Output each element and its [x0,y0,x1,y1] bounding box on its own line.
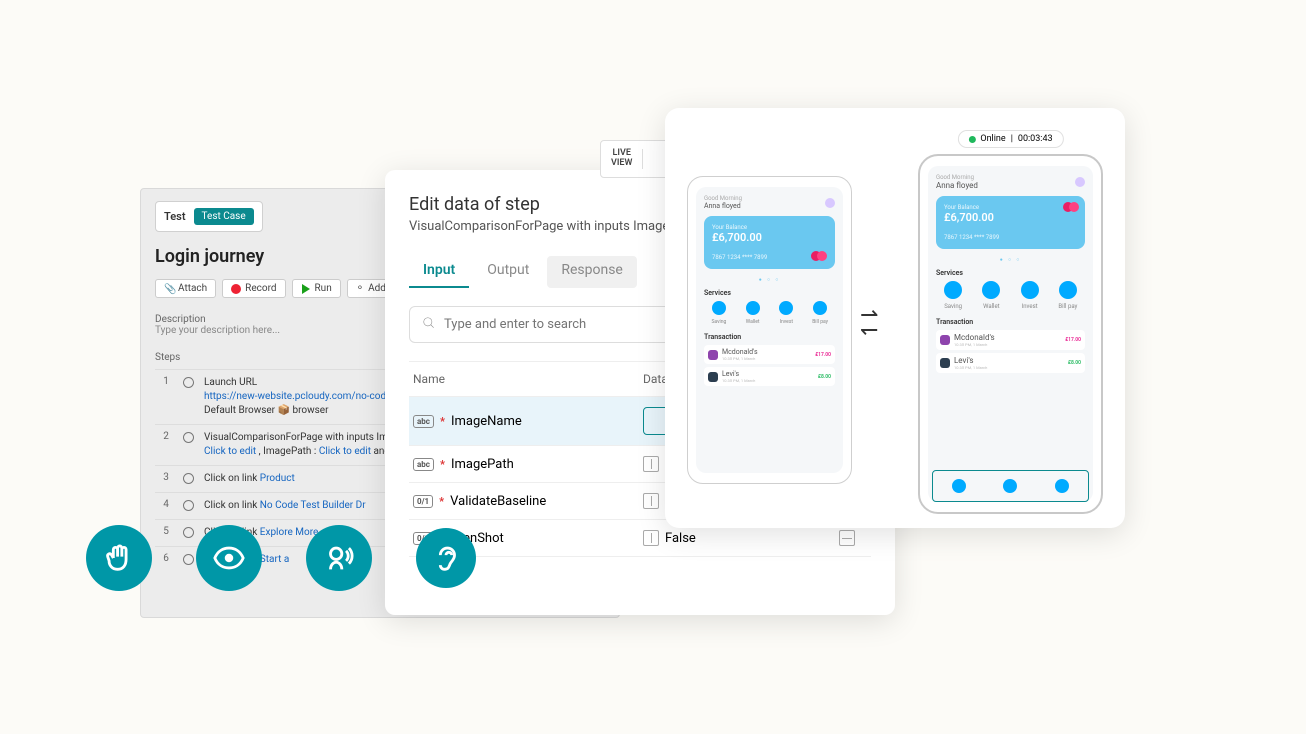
service-item[interactable]: Invest [1013,281,1047,310]
tab-output[interactable]: Output [473,256,543,288]
live-view-label: LIVE VIEW [601,149,643,169]
balance-amount: £6,700.00 [944,211,1077,224]
service-item[interactable]: Invest [772,301,802,325]
tx-amount: £17.00 [815,352,831,358]
services-label: Services [704,289,835,297]
transaction-label: Transaction [704,333,835,341]
speak-icon[interactable] [306,525,372,591]
service-item[interactable]: Bill pay [805,301,835,325]
avatar[interactable] [825,198,835,208]
type-tag: abc [413,415,434,428]
param-name: ImageName [451,414,522,429]
attach-button[interactable]: 📎Attach [155,279,216,298]
visual-comparison-panel: ⇀ ↽ Good MorningAnna floyed Your Balance… [665,108,1125,528]
pager-dots: ● ○ ○ [936,257,1085,263]
phone-screen: Good MorningAnna floyed Your Balance £6,… [696,187,843,473]
hand-icon[interactable] [86,525,152,591]
run-button[interactable]: Run [292,279,341,298]
ear-icon[interactable] [416,528,476,588]
mastercard-icon [1063,202,1079,212]
bottom-nav-highlight [932,470,1089,502]
transaction-label: Transaction [936,318,1085,326]
merchant-icon [708,372,718,382]
eye-icon[interactable] [196,525,262,591]
service-icon [813,301,827,315]
status-dot-icon [968,136,975,143]
baseline-phone: Good MorningAnna floyed Your Balance £6,… [687,176,852,484]
required-mark: * [439,495,444,508]
column-icon [643,456,659,472]
avatar[interactable] [1075,177,1085,187]
tab-input[interactable]: Input [409,256,469,288]
service-icon [746,301,760,315]
required-mark: * [440,415,445,428]
service-item[interactable]: Bill pay [1051,281,1085,310]
service-item[interactable]: Saving [936,281,970,310]
service-icon [779,301,793,315]
balance-card[interactable]: Your Balance £6,700.00 7867 1234 **** 78… [936,196,1085,249]
service-icon [1059,281,1077,299]
col-name: Name [413,372,643,386]
required-mark: * [440,458,445,471]
transaction-row[interactable]: Levi's10.35 PM, 1 March£8.00 [704,367,835,386]
record-icon [231,284,241,294]
play-icon [301,284,311,294]
user-row: Good MorningAnna floyed [936,174,1085,190]
status-timer: 00:03:43 [1018,134,1053,144]
panel-top-bar: Test Test Case [155,201,263,232]
transaction-row[interactable]: Mcdonald's10.35 PM, 1 March£17.00 [704,345,835,364]
expand-icon[interactable] [839,530,855,546]
type-tag: abc [413,458,434,471]
service-icon [1021,281,1039,299]
tx-amount: £8.00 [1068,360,1081,366]
nav-dot [1003,479,1017,493]
mastercard-icon [811,251,827,261]
services-label: Services [936,269,1085,277]
tab-response[interactable]: Response [547,256,637,288]
add-icon: ⚬ [356,283,364,294]
service-icon [982,281,1000,299]
globe-icon [183,527,194,538]
search-icon [422,315,436,334]
param-name: ImagePath [451,457,514,472]
compare-arrows-icon: ⇀ ↽ [860,308,878,339]
service-item[interactable]: Saving [704,301,734,325]
record-button[interactable]: Record [222,279,285,298]
globe-icon [183,500,194,511]
globe-icon [183,377,194,388]
tx-amount: £17.00 [1065,337,1081,343]
globe-icon [183,473,194,484]
service-item[interactable]: Wallet [738,301,768,325]
type-tag: 0/1 [413,495,433,508]
transaction-row[interactable]: Mcdonald's10.35 PM, 1 March£17.00 [936,330,1085,350]
param-name: ValidateBaseline [450,494,546,509]
param-value: False [665,531,696,546]
service-icon [944,281,962,299]
merchant-icon [940,335,950,345]
phone-screen: Good MorningAnna floyed Your Balance £6,… [928,166,1093,502]
column-icon [643,530,659,546]
user-row: Good MorningAnna floyed [704,195,835,210]
service-icon [712,301,726,315]
nav-dot [952,479,966,493]
online-status: Online | 00:03:43 [957,130,1063,148]
pager-dots: ● ○ ○ [704,277,835,283]
panel-top-test: Test [164,210,186,223]
merchant-icon [940,358,950,368]
column-icon [643,493,659,509]
live-phone: Online | 00:03:43 Good MorningAnna floye… [918,154,1103,514]
balance-amount: £6,700.00 [712,231,827,244]
status-text: Online [980,134,1005,144]
test-case-badge: Test Case [194,208,254,225]
service-item[interactable]: Wallet [974,281,1008,310]
nav-dot [1055,479,1069,493]
balance-card[interactable]: Your Balance £6,700.00 7867 1234 **** 78… [704,216,835,269]
globe-icon [183,432,194,443]
merchant-icon [708,350,718,360]
tx-amount: £8.00 [818,374,831,380]
transaction-row[interactable]: Levi's10.35 PM, 1 March£8.00 [936,353,1085,373]
globe-icon [183,554,194,565]
paperclip-icon: 📎 [164,284,174,294]
